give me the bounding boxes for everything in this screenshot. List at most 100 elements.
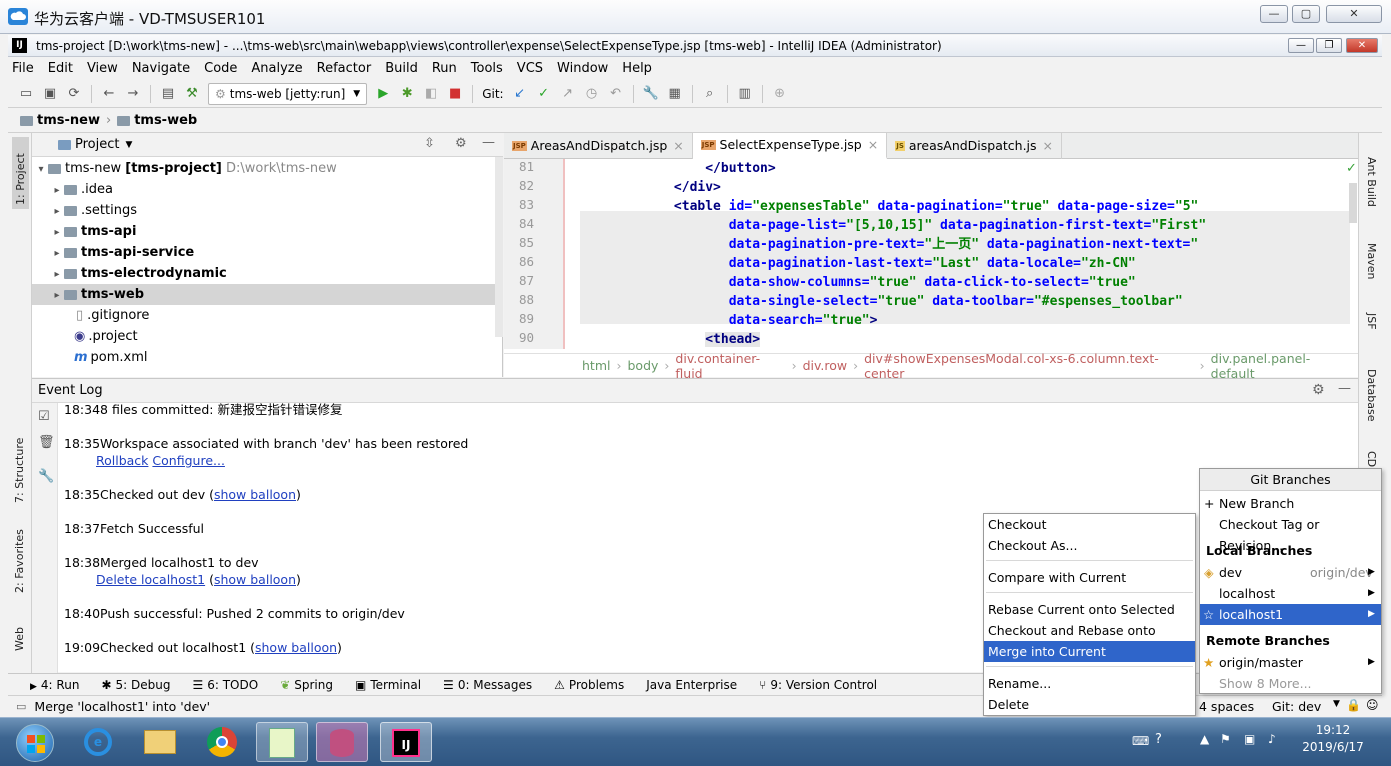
- menu-view[interactable]: View: [83, 61, 122, 76]
- menu-item-compare[interactable]: Compare with Current: [984, 567, 1195, 588]
- help-icon[interactable]: ?: [1155, 732, 1162, 747]
- tree-item-tms-api-service[interactable]: ▸ tms-api-service: [32, 242, 503, 263]
- crumb-panel[interactable]: div.panel.panel-default: [1211, 351, 1352, 381]
- project-scrollbar[interactable]: [495, 157, 503, 337]
- project-structure-icon[interactable]: ▤: [158, 84, 178, 104]
- editor-scrollbar[interactable]: [1349, 183, 1357, 223]
- menu-build[interactable]: Build: [381, 61, 422, 76]
- hide-panel-icon[interactable]: —: [1338, 381, 1351, 396]
- show-balloon-link[interactable]: show balloon: [214, 487, 296, 502]
- code-editor[interactable]: </button> </div> <table id="expensesTabl…: [580, 159, 1350, 349]
- network-icon[interactable]: ▣: [1244, 732, 1255, 746]
- keyboard-icon[interactable]: ⌨: [1132, 734, 1149, 748]
- tab-ant-build[interactable]: Ant Build: [1365, 157, 1378, 207]
- sync-icon[interactable]: ⟳: [64, 84, 84, 104]
- menu-item-merge[interactable]: Merge into Current: [984, 641, 1195, 662]
- globe-icon[interactable]: ⊕: [770, 84, 790, 104]
- chrome-taskbar-button[interactable]: [196, 722, 248, 762]
- menu-window[interactable]: Window: [553, 61, 612, 76]
- debug-bug-icon[interactable]: ✱: [397, 84, 417, 104]
- start-button[interactable]: [16, 724, 54, 762]
- notepad-taskbar-button[interactable]: [256, 722, 308, 762]
- git-commit-icon[interactable]: ✓: [534, 84, 554, 104]
- tool-spring[interactable]: ❦ Spring: [280, 678, 333, 692]
- trash-icon[interactable]: 🗑: [38, 435, 55, 450]
- menu-item-checkout-as[interactable]: Checkout As...: [984, 535, 1195, 556]
- tool-messages[interactable]: ☰ 0: Messages: [443, 678, 532, 692]
- forward-arrow-icon[interactable]: →: [123, 84, 143, 104]
- tree-item-idea[interactable]: ▸ .idea: [32, 179, 503, 200]
- tab-project[interactable]: 1: Project: [12, 137, 29, 209]
- git-rollback-icon[interactable]: ↶: [606, 84, 626, 104]
- tool-problems[interactable]: ⚠ Problems: [554, 678, 624, 692]
- branch-item-localhost[interactable]: localhost ▶: [1200, 583, 1381, 604]
- menu-tools[interactable]: Tools: [467, 61, 507, 76]
- database-taskbar-button[interactable]: [316, 722, 368, 762]
- project-panel-title[interactable]: Project: [75, 137, 119, 152]
- menu-refactor[interactable]: Refactor: [313, 61, 376, 76]
- tree-item-tms-new[interactable]: ▾ tms-new [tms-project] D:\work\tms-new: [32, 158, 503, 179]
- branch-item-dev[interactable]: ◈ dev origin/dev ▶: [1200, 562, 1381, 583]
- menu-item-rename[interactable]: Rename...: [984, 673, 1195, 694]
- close-icon[interactable]: ×: [673, 133, 683, 159]
- open-folder-icon[interactable]: ▭: [16, 84, 36, 104]
- rollback-link[interactable]: Rollback: [96, 453, 148, 468]
- ie-taskbar-button[interactable]: e: [72, 722, 124, 762]
- tool-version-control[interactable]: ⑂ 9: Version Control: [759, 678, 877, 692]
- gear-icon[interactable]: ⚙: [1312, 382, 1325, 398]
- menu-file[interactable]: File: [8, 61, 38, 76]
- tool-todo[interactable]: ☰ 6: TODO: [192, 678, 258, 692]
- show-balloon-link[interactable]: show balloon: [255, 640, 337, 655]
- menu-code[interactable]: Code: [200, 61, 241, 76]
- tab-structure[interactable]: 7: Structure: [13, 423, 26, 503]
- crumb-modal[interactable]: div#showExpensesModal.col-xs-6.column.te…: [864, 351, 1194, 381]
- tree-item-project[interactable]: ◉ .project: [32, 326, 503, 347]
- remote-maximize-button[interactable]: ▢: [1292, 5, 1320, 23]
- collapse-all-icon[interactable]: ⇳: [424, 136, 435, 151]
- delete-branch-link[interactable]: Delete localhost1: [96, 572, 205, 587]
- project-structure-folder-icon[interactable]: ▦: [665, 84, 685, 104]
- menu-help[interactable]: Help: [618, 61, 656, 76]
- flag-icon[interactable]: ⚑: [1220, 732, 1231, 746]
- tab-areas-and-dispatch-jsp[interactable]: JSP AreasAndDispatch.jsp ×: [504, 132, 693, 159]
- tab-cd[interactable]: CD: [1365, 451, 1378, 467]
- branch-item-localhost1[interactable]: ☆ localhost1 ▶: [1200, 604, 1381, 625]
- git-update-icon[interactable]: ↙: [510, 84, 530, 104]
- lock-icon[interactable]: 🔒: [1346, 698, 1361, 712]
- build-hammer-icon[interactable]: ⚒: [182, 84, 202, 104]
- explorer-taskbar-button[interactable]: [134, 722, 186, 762]
- menu-item-checkout-rebase[interactable]: Checkout and Rebase onto Current: [984, 620, 1195, 659]
- tab-areas-and-dispatch-js[interactable]: JS areasAndDispatch.js ×: [887, 132, 1063, 159]
- menu-item-rebase[interactable]: Rebase Current onto Selected: [984, 599, 1195, 620]
- hide-panel-icon[interactable]: —: [482, 135, 495, 150]
- menu-navigate[interactable]: Navigate: [128, 61, 194, 76]
- tab-database[interactable]: Database: [1365, 369, 1378, 422]
- menu-run[interactable]: Run: [428, 61, 461, 76]
- tree-item-tms-electrodynamic[interactable]: ▸ tms-electrodynamic: [32, 263, 503, 284]
- tool-terminal[interactable]: ▣ Terminal: [355, 678, 421, 692]
- tool-debug[interactable]: ✱ 5: Debug: [101, 678, 170, 692]
- intellij-taskbar-button[interactable]: IJ: [380, 722, 432, 762]
- configure-link[interactable]: Configure...: [152, 453, 225, 468]
- gear-icon[interactable]: ⚙: [455, 136, 467, 151]
- tool-run[interactable]: ▶ 4: Run: [30, 678, 79, 692]
- git-push-icon[interactable]: ↗: [558, 84, 578, 104]
- tab-maven[interactable]: Maven: [1365, 243, 1378, 279]
- branch-item-origin-master[interactable]: ★ origin/master ▶: [1200, 652, 1381, 673]
- tree-item-pom[interactable]: m pom.xml: [32, 347, 503, 368]
- tab-select-expense-type-jsp[interactable]: JSP SelectExpenseType.jsp ×: [692, 132, 888, 159]
- close-icon[interactable]: ×: [1043, 133, 1053, 159]
- crumb-body[interactable]: body: [627, 358, 658, 373]
- search-icon[interactable]: ⌕: [700, 84, 720, 104]
- volume-icon[interactable]: ♪: [1268, 732, 1276, 746]
- breadcrumb-tms-new[interactable]: tms-new: [37, 113, 100, 128]
- crumb-container[interactable]: div.container-fluid: [675, 351, 785, 381]
- menu-analyze[interactable]: Analyze: [247, 61, 306, 76]
- new-branch-item[interactable]: + New Branch: [1200, 493, 1381, 514]
- inspector-icon[interactable]: ☺: [1366, 698, 1379, 712]
- save-icon[interactable]: ▣: [40, 84, 60, 104]
- coverage-icon[interactable]: ◧: [421, 84, 441, 104]
- tree-item-gitignore[interactable]: ▯ .gitignore: [32, 305, 503, 326]
- tree-item-tms-api[interactable]: ▸ tms-api: [32, 221, 503, 242]
- show-more-item[interactable]: Show 8 More...: [1200, 673, 1381, 694]
